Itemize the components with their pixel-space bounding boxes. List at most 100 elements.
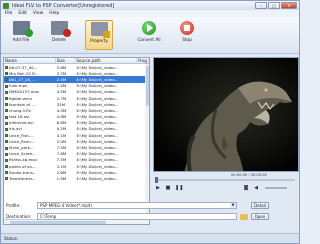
menu-edit[interactable]: Edit: [18, 11, 27, 16]
source-path-cell: E:\My Do\ice\_video...: [76, 70, 119, 76]
table-row[interactable]: Studio-trans... 2.6M E:\My Do\ice\_video..…: [4, 169, 149, 175]
file-name-cell: chung-3.flv: [4, 108, 56, 113]
table-row[interactable]: Leice_Pann... 2.0M E:\My Do\ice\_video...: [4, 138, 149, 144]
row-checkbox[interactable]: [5, 66, 8, 70]
file-size-cell: 7.5M: [56, 157, 67, 163]
table-row[interactable]: Mrs Bell-25 Fi... 3.7M E:\My Do\ice\_video…: [4, 70, 149, 76]
table-row[interactable]: 061_27_00_... 2.5M E:\My Do\ice\_video...: [4, 76, 149, 83]
column-source-path[interactable]: Source path: [76, 58, 138, 63]
volume-icon[interactable]: ◀: [253, 185, 259, 191]
profile-select[interactable]: PSP MPEG-4 Video(*.mp4) ▼: [37, 202, 237, 209]
vertical-scrollbar[interactable]: [145, 64, 149, 221]
row-checkbox[interactable]: [5, 134, 8, 138]
row-checkbox[interactable]: [5, 72, 8, 76]
row-checkbox[interactable]: [5, 165, 8, 169]
destination-field[interactable]: C:\Temp: [37, 213, 237, 220]
toolbar: Add File Delete Property Convert All Sto…: [1, 17, 299, 54]
row-checkbox[interactable]: [5, 103, 8, 107]
file-size-cell: 7.6M: [56, 151, 67, 157]
row-checkbox[interactable]: [5, 84, 8, 88]
column-size[interactable]: Size: [56, 58, 76, 63]
seek-bar[interactable]: [153, 177, 299, 183]
snapshot-icon[interactable]: ◙: [243, 185, 249, 191]
file-name-text: DIMG0157.mov: [9, 89, 40, 95]
file-name-text: fountain of ...: [9, 101, 36, 107]
row-checkbox[interactable]: [5, 158, 8, 162]
row-checkbox[interactable]: [5, 115, 8, 119]
video-preview: [153, 57, 299, 172]
row-checkbox[interactable]: [5, 90, 8, 94]
file-name-cell: DIMG0157.mov: [4, 89, 56, 94]
maximize-button[interactable]: □: [268, 2, 280, 9]
profile-label: Profile:: [6, 203, 21, 208]
table-row[interactable]: chung-3.flv 4.5M E:\My Do\ice\_video...: [4, 107, 149, 113]
table-row[interactable]: points of an... 3.1M E:\My Do\ice\_video..…: [4, 163, 149, 169]
play-icon[interactable]: ▶: [155, 185, 161, 191]
volume-slider[interactable]: [265, 187, 287, 189]
detail-button[interactable]: Detail: [251, 202, 269, 209]
file-name-text: fishhp-4b.mov: [9, 157, 37, 163]
table-row[interactable]: iris.avi 9.2M E:\My Do\ice\_video...: [4, 126, 149, 132]
table-row[interactable]: fighter.wmv 2.7M E:\My Do\ice\_video...: [4, 95, 149, 101]
row-checkbox[interactable]: [5, 78, 8, 82]
file-name-text: funk.mpv: [9, 83, 28, 89]
row-checkbox[interactable]: [5, 121, 8, 125]
menu-view[interactable]: View: [33, 11, 43, 16]
source-path-cell: E:\My Do\ice\_video...: [76, 132, 119, 138]
file-name-cell: fighter.wmv: [4, 96, 56, 101]
source-path-cell: E:\My Do\ice\_video...: [76, 101, 119, 107]
menu-file[interactable]: File: [5, 11, 12, 16]
file-name-cell: Transformer...: [4, 176, 56, 181]
file-size-cell: 2.5M: [56, 76, 67, 82]
folder-icon[interactable]: [240, 213, 248, 220]
table-row[interactable]: 06-07-37_00... 3.8M E:\My Do\ice\_video...: [4, 64, 149, 70]
file-name-text: fighter.wmv: [9, 95, 33, 101]
minimize-button[interactable]: –: [255, 2, 267, 9]
file-name-cell: funk.mpv: [4, 83, 56, 88]
convert-all-button[interactable]: Convert All: [134, 20, 164, 50]
row-checkbox[interactable]: [5, 171, 8, 175]
delete-button[interactable]: Delete: [45, 20, 73, 50]
row-checkbox[interactable]: [5, 109, 8, 113]
file-list[interactable]: Name Size Source path Prog 06-07-37_00..…: [3, 57, 150, 225]
column-name[interactable]: Name: [4, 58, 56, 63]
table-row[interactable]: fast 18.avi 4.8M E:\My Do\ice\_video...: [4, 114, 149, 120]
seek-handle[interactable]: [155, 177, 158, 183]
table-row[interactable]: Iitran_park... 7.5M E:\My Do\ice\_video...: [4, 144, 149, 150]
table-row[interactable]: fishhp-4b.mov 7.5M E:\My Do\ice\_video...: [4, 157, 149, 163]
row-checkbox[interactable]: [5, 146, 8, 150]
table-row[interactable]: fountain of ... 32M E:\My Do\ice\_video...: [4, 101, 149, 107]
file-name-cell: fast 18.avi: [4, 114, 56, 119]
file-name-cell: Leice_Scree...: [4, 151, 56, 156]
menu-bar: File Edit View Help: [1, 10, 299, 17]
row-checkbox[interactable]: [5, 97, 8, 101]
column-progress[interactable]: Prog: [137, 58, 149, 63]
open-button[interactable]: Open: [251, 213, 269, 220]
row-checkbox[interactable]: [5, 127, 8, 131]
add-file-button[interactable]: Add File: [7, 20, 35, 50]
row-checkbox[interactable]: [5, 177, 8, 181]
table-row[interactable]: infinecial.avi 6.8M E:\My Do\ice\_video...: [4, 120, 149, 126]
window-title: Ideal FLV to PSP Converter[Unregistered]: [12, 2, 115, 9]
table-row[interactable]: Leice_Fish-... 4.1M E:\My Do\ice\_video...: [4, 132, 149, 138]
stop-playback-icon[interactable]: ■: [165, 185, 171, 191]
close-button[interactable]: ✕: [281, 2, 297, 9]
pause-icon[interactable]: ❚❚: [175, 185, 183, 191]
file-size-cell: 4.5M: [56, 89, 67, 95]
source-path-cell: E:\My Do\ice\_video...: [76, 64, 119, 70]
table-row[interactable]: DIMG0157.mov 4.5M E:\My Do\ice\_video...: [4, 89, 149, 95]
row-checkbox[interactable]: [5, 140, 8, 144]
stop-button[interactable]: Stop: [173, 20, 201, 50]
table-row[interactable]: funk.mpv 1.0M E:\My Do\ice\_video...: [4, 83, 149, 89]
chevron-down-icon[interactable]: ▼: [230, 203, 236, 208]
row-checkbox[interactable]: [5, 152, 8, 156]
menu-help[interactable]: Help: [49, 11, 59, 16]
table-row[interactable]: Transformer... 1.9M E:\My Do\ice\_video...: [4, 175, 149, 181]
file-name-text: infinecial.avi: [9, 120, 34, 126]
file-size-cell: 2.6M: [56, 169, 67, 175]
delete-icon: [50, 21, 71, 37]
file-name-text: Mrs Bell-25 Fi...: [9, 70, 39, 76]
table-row[interactable]: Leice_Scree... 7.6M E:\My Do\ice\_video...: [4, 151, 149, 157]
source-path-cell: E:\My Do\ice\_video...: [76, 95, 119, 101]
property-button[interactable]: Property: [85, 20, 113, 50]
